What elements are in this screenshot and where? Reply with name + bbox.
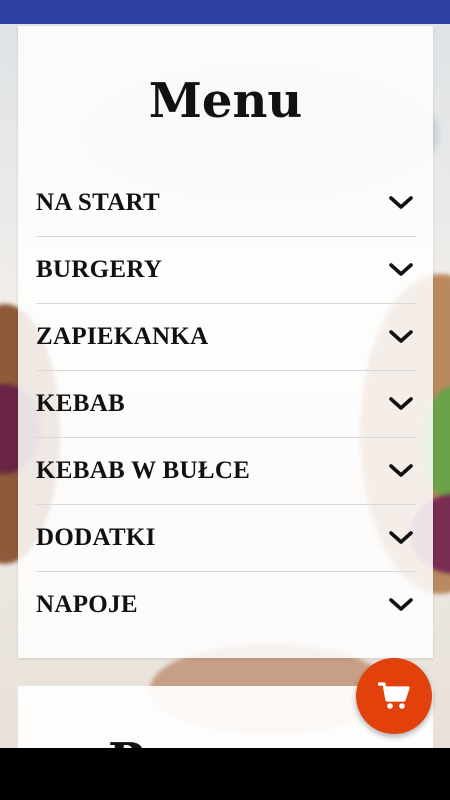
menu-category-kebab[interactable]: KEBAB (36, 371, 416, 438)
menu-category-burgery[interactable]: BURGERY (36, 237, 416, 304)
menu-category-zapiekanka[interactable]: ZAPIEKANKA (36, 304, 416, 371)
menu-category-label: ZAPIEKANKA (36, 323, 209, 350)
chevron-down-icon[interactable] (388, 463, 414, 479)
chevron-down-icon[interactable] (388, 329, 414, 345)
menu-category-kebab-w-bulce[interactable]: KEBAB W BUŁCE (36, 438, 416, 505)
menu-category-na-start[interactable]: NA START (36, 170, 416, 237)
menu-category-label: DODATKI (36, 524, 156, 551)
menu-title: Menu (148, 73, 303, 129)
menu-category-label: NAPOJE (36, 591, 138, 618)
chevron-down-icon[interactable] (388, 597, 414, 613)
system-nav-bar (0, 748, 450, 800)
cart-button[interactable] (356, 658, 432, 734)
menu-category-label: BURGERY (36, 256, 163, 283)
menu-category-dodatki[interactable]: DODATKI (36, 505, 416, 572)
menu-card: Menu NA START BURGERY ZAPIEKANKA KEBAB K… (18, 26, 433, 658)
shopping-cart-icon (378, 681, 410, 711)
second-card-title: Pr (108, 736, 169, 748)
chevron-down-icon[interactable] (388, 530, 414, 546)
menu-category-label: KEBAB (36, 390, 126, 417)
menu-category-napoje[interactable]: NAPOJE (36, 572, 416, 638)
status-bar (0, 0, 450, 24)
menu-category-label: NA START (36, 189, 161, 216)
menu-category-list: NA START BURGERY ZAPIEKANKA KEBAB KEBAB … (36, 170, 416, 638)
chevron-down-icon[interactable] (388, 195, 414, 211)
chevron-down-icon[interactable] (388, 396, 414, 412)
menu-category-label: KEBAB W BUŁCE (36, 457, 251, 484)
chevron-down-icon[interactable] (388, 262, 414, 278)
